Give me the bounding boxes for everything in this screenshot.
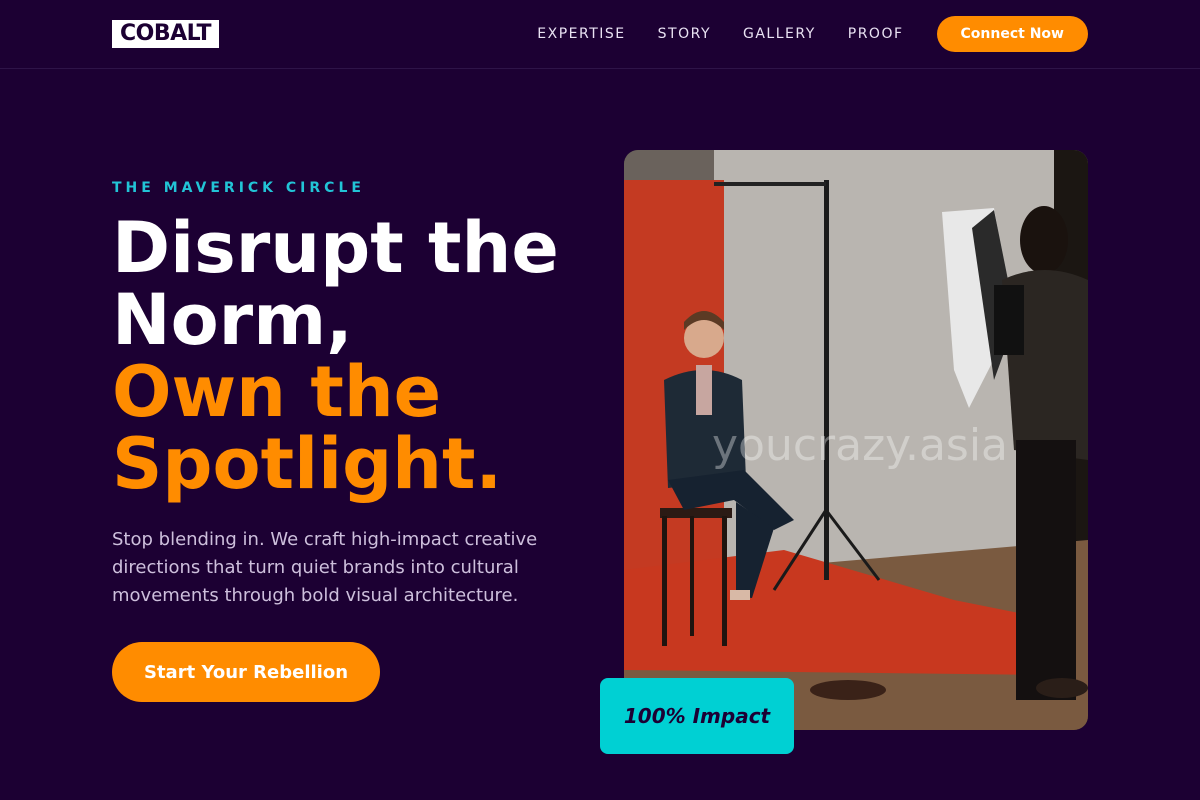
hero-eyebrow: THE MAVERICK CIRCLE [112,180,365,196]
hero-photo: youcrazy.asia [624,150,1088,730]
site-header: COBALT EXPERTISE STORY GALLERY PROOF Con… [0,0,1200,69]
nav-link-story[interactable]: STORY [658,26,711,42]
headline-line-2: Norm, [112,279,353,361]
hero-description: Stop blending in. We craft high-impact c… [112,529,538,606]
photo-watermark: youcrazy.asia [712,420,1009,471]
nav-link-expertise[interactable]: EXPERTISE [537,26,625,42]
nav-link-gallery[interactable]: GALLERY [743,26,816,42]
start-rebellion-button[interactable]: Start Your Rebellion [112,642,380,702]
connect-now-button[interactable]: Connect Now [936,16,1088,52]
main-nav: EXPERTISE STORY GALLERY PROOF Connect No… [537,0,1088,68]
headline-accent-line-2: Spotlight. [112,423,503,505]
logo[interactable]: COBALT [112,20,220,48]
nav-link-proof[interactable]: PROOF [848,26,904,42]
hero-headline: Disrupt the Norm, Own the Spotlight. [112,212,559,500]
headline-line-1: Disrupt the [112,207,559,289]
impact-badge: 100% Impact [600,678,794,754]
headline-accent-line-1: Own the [112,351,442,433]
